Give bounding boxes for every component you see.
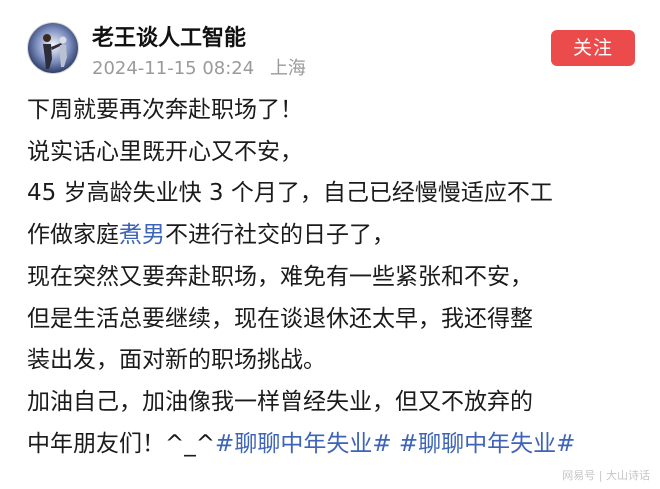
content-line: 45 岁高龄失业快 3 个月了，自己已经慢慢适应不工 <box>27 180 553 207</box>
follow-button[interactable]: 关注 <box>551 30 635 66</box>
post-header: 老王谈人工智能 2024-11-15 08:24 上海 关注 <box>0 0 660 84</box>
content-line: 作做家庭煮男不进行社交的日子了， <box>27 215 652 257</box>
author-avatar[interactable] <box>27 22 79 74</box>
content-line: 下周就要再次奔赴职场了！ <box>27 97 303 123</box>
author-name[interactable]: 老王谈人工智能 <box>92 20 246 52</box>
content-line: 现在突然又要奔赴职场，难免有一些紧张和不安， <box>27 263 533 290</box>
content-text: 作做家庭 <box>27 222 119 249</box>
post-location: 上海 <box>269 58 306 79</box>
content-line: 但是生活总要继续，现在谈退休还太早，我还得整 <box>27 305 533 332</box>
content-line: 加油自己，加油像我一样曾经失业，但又不放弃的 <box>27 388 533 415</box>
keyword-link[interactable]: 煮男 <box>119 222 165 248</box>
post-date: 2024-11-15 08:24 <box>92 58 255 79</box>
post-content: 下周就要再次奔赴职场了！ 说实话心里既开心又不安， 45 岁高龄失业快 3 个月… <box>27 90 652 465</box>
content-line: 说实话心里既开心又不安， <box>27 138 303 165</box>
topic-tag[interactable]: #聊聊中年失业# <box>215 431 392 457</box>
content-text: 不进行社交的日子了， <box>165 222 395 249</box>
content-text: 中年朋友们！^_^ <box>27 430 216 457</box>
content-line: 装出发，面对新的职场挑战。 <box>27 347 326 374</box>
content-line: 中年朋友们！^_^#聊聊中年失业# #聊聊中年失业# <box>27 424 652 466</box>
source-watermark: 网易号 | 大山诗话 <box>562 469 650 482</box>
post-meta: 2024-11-15 08:24 上海 <box>92 54 306 80</box>
topic-tag[interactable]: #聊聊中年失业# <box>399 431 576 457</box>
avatar-image <box>28 23 78 73</box>
